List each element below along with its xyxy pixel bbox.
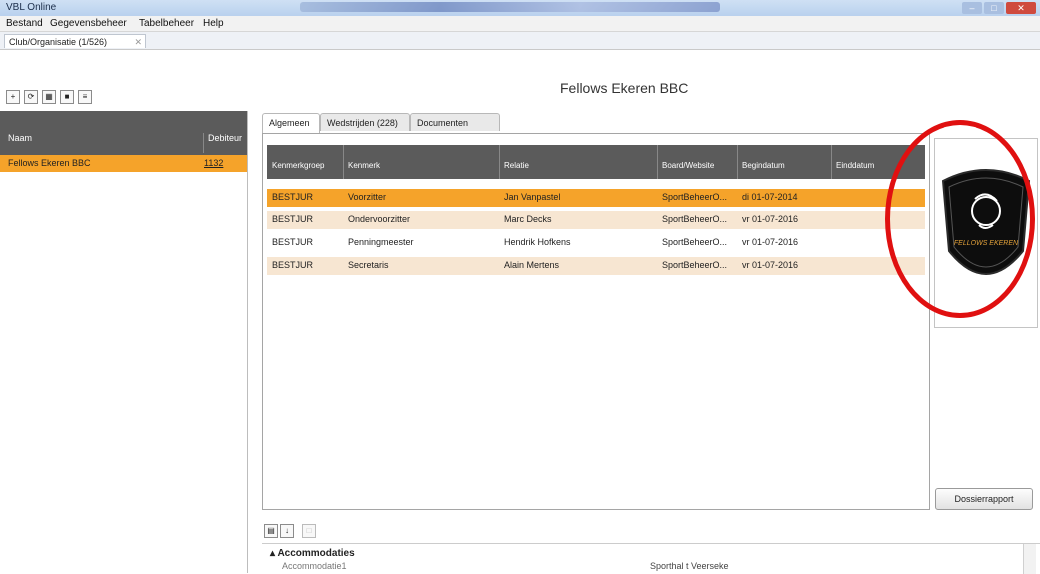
table-row[interactable]: BESTJUR Ondervoorzitter Marc Decks Sport… — [267, 211, 925, 229]
vertical-scrollbar[interactable] — [1023, 544, 1036, 574]
property-category-label: Accommodaties — [277, 548, 355, 559]
column-header[interactable]: Relatie — [499, 145, 658, 179]
table-cell: Voorzitter — [348, 192, 387, 202]
property-pages-icon[interactable]: □ — [302, 524, 316, 538]
tab-documenten[interactable]: Documenten — [410, 113, 500, 131]
close-tab-icon[interactable]: ✕ — [134, 35, 142, 49]
column-header-label: Relatie — [504, 161, 529, 170]
table-cell: Ondervoorzitter — [348, 214, 411, 224]
page-title: Fellows Ekeren BBC — [560, 80, 689, 96]
table-cell: BESTJUR — [272, 192, 314, 202]
list-item-naam: Fellows Ekeren BBC — [8, 158, 91, 168]
table-cell: SportBeheerO... — [662, 260, 728, 270]
categorized-icon[interactable]: ▤ — [264, 524, 278, 538]
menu-tabelbeheer[interactable]: Tabelbeheer — [139, 18, 194, 29]
close-button[interactable]: ✕ — [1006, 2, 1036, 14]
add-icon[interactable]: + — [6, 90, 20, 104]
tab-wedstrijden[interactable]: Wedstrijden (228) — [320, 113, 410, 131]
table-row[interactable]: BESTJUR Secretaris Alain Mertens SportBe… — [267, 257, 925, 275]
annotation-circle — [885, 120, 1035, 318]
club-list-panel: Naam Debiteur Fellows Ekeren BBC 1132 — [0, 111, 248, 573]
table-cell: SportBeheerO... — [662, 237, 728, 247]
table-cell: Alain Mertens — [504, 260, 560, 270]
column-header-naam[interactable]: Naam — [8, 133, 32, 143]
table-row[interactable]: BESTJUR Voorzitter Jan Vanpastel SportBe… — [267, 189, 925, 207]
list-item[interactable]: Fellows Ekeren BBC 1132 — [0, 155, 247, 172]
menu-help[interactable]: Help — [203, 18, 224, 29]
column-header[interactable]: Begindatum — [737, 145, 832, 179]
club-list-header: Naam Debiteur — [0, 111, 247, 155]
table-cell: Jan Vanpastel — [504, 192, 561, 202]
property-value[interactable]: Sporthal t Veerseke — [650, 561, 729, 571]
table-cell: BESTJUR — [272, 237, 314, 247]
column-header-label: Kenmerk — [348, 161, 381, 170]
table-cell: Marc Decks — [504, 214, 552, 224]
column-header-label: Kenmerkgroep — [272, 161, 325, 170]
table-cell: di 01-07-2014 — [742, 192, 798, 202]
refresh-icon[interactable]: ⟳ — [24, 90, 38, 104]
table-cell: vr 01-07-2016 — [742, 214, 799, 224]
column-header[interactable]: Kenmerkgroep — [267, 145, 344, 179]
grid-header: Kenmerkgroep Kenmerk Relatie Board/Websi… — [267, 145, 925, 179]
table-cell: vr 01-07-2016 — [742, 237, 799, 247]
column-header-label: Begindatum — [742, 161, 785, 170]
document-tab-row: Club/Organisatie (1/526) ✕ — [0, 32, 1040, 50]
sort-alpha-icon[interactable]: ↓ — [280, 524, 294, 538]
filter-icon[interactable]: ▦ — [42, 90, 56, 104]
property-category[interactable]: ▴ Accommodaties — [270, 548, 355, 559]
table-cell: Hendrik Hofkens — [504, 237, 571, 247]
property-grid: ▴ Accommodaties Accommodatie1 Sporthal t… — [262, 543, 1040, 574]
menu-bar: Bestand Gegevensbeheer Tabelbeheer Help — [0, 16, 1040, 32]
table-row[interactable]: BESTJUR Penningmeester Hendrik Hofkens S… — [267, 234, 925, 252]
minimize-button[interactable]: – — [962, 2, 982, 14]
document-tab[interactable]: Club/Organisatie (1/526) ✕ — [4, 34, 146, 48]
table-cell: SportBeheerO... — [662, 214, 728, 224]
column-header-label: Board/Website — [662, 161, 715, 170]
tab-algemeen[interactable]: Algemeen — [262, 113, 320, 133]
list-icon[interactable]: ≡ — [78, 90, 92, 104]
list-item-debiteur: 1132 — [204, 158, 224, 168]
column-header-debiteur[interactable]: Debiteur — [203, 133, 242, 153]
document-icon[interactable]: ■ — [60, 90, 74, 104]
window-title: VBL Online — [6, 2, 57, 13]
column-header-label: Einddatum — [836, 161, 875, 170]
table-cell: BESTJUR — [272, 260, 314, 270]
table-cell: BESTJUR — [272, 214, 314, 224]
table-cell: Secretaris — [348, 260, 389, 270]
column-header[interactable]: Board/Website — [657, 145, 738, 179]
column-header[interactable]: Kenmerk — [343, 145, 500, 179]
maximize-button[interactable]: □ — [984, 2, 1004, 14]
document-tab-label: Club/Organisatie (1/526) — [9, 37, 108, 47]
menu-bestand[interactable]: Bestand — [6, 18, 43, 29]
title-bar: VBL Online – □ ✕ — [0, 0, 1040, 16]
kenmerk-grid: Kenmerkgroep Kenmerk Relatie Board/Websi… — [262, 133, 930, 510]
dossierrapport-button[interactable]: Dossierrapport — [935, 488, 1033, 510]
property-name: Accommodatie1 — [282, 561, 347, 571]
table-cell: Penningmeester — [348, 237, 414, 247]
menu-gegevensbeheer[interactable]: Gegevensbeheer — [50, 18, 127, 29]
title-bar-blur — [300, 2, 720, 12]
table-cell: SportBeheerO... — [662, 192, 728, 202]
table-cell: vr 01-07-2016 — [742, 260, 799, 270]
